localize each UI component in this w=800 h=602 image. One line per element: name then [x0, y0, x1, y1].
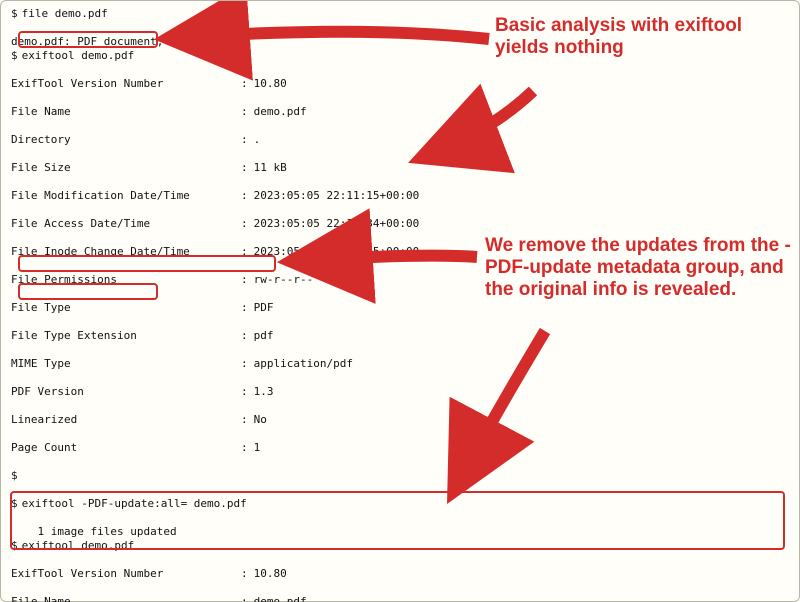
shell-prompt: $	[11, 469, 22, 483]
field-sep: :	[241, 161, 254, 175]
field-sep: :	[241, 217, 254, 231]
field-key: Linearized	[11, 413, 241, 427]
field-sep: :	[241, 329, 254, 343]
field-key: Directory	[11, 133, 241, 147]
cmd-exiftool-flush: exiftool -PDF-update:all= demo.pdf	[22, 497, 247, 511]
field-key: ExifTool Version Number	[11, 567, 241, 581]
exif-field: File Access Date/Time:2023:05:05 22:11:3…	[11, 217, 789, 231]
exif-field: PDF Version:1.3	[11, 385, 789, 399]
exif-field: MIME Type:application/pdf	[11, 357, 789, 371]
exif-field: File Size:11 kB	[11, 161, 789, 175]
field-val: 2023:05:05 22:11:15+00:00	[254, 245, 420, 259]
field-sep: :	[241, 245, 254, 259]
field-key: Page Count	[11, 441, 241, 455]
field-val: demo.pdf	[254, 595, 307, 602]
flush-output: 1 image files updated	[11, 525, 177, 538]
cmd-file: file demo.pdf	[22, 7, 108, 21]
field-val: .	[254, 133, 261, 147]
annotation-mid: We remove the updates from the -PDF-upda…	[485, 235, 799, 301]
field-val: 1.3	[254, 385, 274, 399]
field-sep: :	[241, 595, 254, 602]
field-val: 2023:05:05 22:11:15+00:00	[254, 189, 420, 203]
shell-prompt: $	[11, 49, 22, 63]
exif-field: File Name:demo.pdf	[11, 105, 789, 119]
field-sep: :	[241, 413, 254, 427]
field-key: MIME Type	[11, 357, 241, 371]
field-val: No	[254, 413, 267, 427]
annotation-top: Basic analysis with exiftool yields noth…	[495, 15, 799, 59]
field-sep: :	[241, 273, 254, 287]
field-key: File Name	[11, 595, 241, 602]
field-val: rw-r--r--	[254, 273, 314, 287]
field-sep: :	[241, 567, 254, 581]
field-sep: :	[241, 301, 254, 315]
exif-field: ExifTool Version Number:10.80	[11, 567, 789, 581]
exif-field: Page Count:1	[11, 441, 789, 455]
field-key: PDF Version	[11, 385, 241, 399]
terminal-output: $file demo.pdf demo.pdf: PDF document, v…	[11, 7, 789, 602]
field-sep: :	[241, 441, 254, 455]
exif-field: ExifTool Version Number:10.80	[11, 77, 789, 91]
field-key: File Modification Date/Time	[11, 189, 241, 203]
field-val: 2023:05:05 22:11:34+00:00	[254, 217, 420, 231]
field-key: File Inode Change Date/Time	[11, 245, 241, 259]
field-sep: :	[241, 105, 254, 119]
field-val: PDF	[254, 301, 274, 315]
field-sep: :	[241, 133, 254, 147]
exif-field: Linearized:No	[11, 413, 789, 427]
field-key: File Type	[11, 301, 241, 315]
field-key: File Name	[11, 105, 241, 119]
exif-field: File Name:demo.pdf	[11, 595, 789, 602]
shell-prompt: $	[11, 7, 22, 21]
field-key: File Permissions	[11, 273, 241, 287]
field-sep: :	[241, 77, 254, 91]
field-sep: :	[241, 357, 254, 371]
exif-field: File Type:PDF	[11, 301, 789, 315]
field-val: 10.80	[254, 77, 287, 91]
field-val: demo.pdf	[254, 105, 307, 119]
field-key: File Access Date/Time	[11, 217, 241, 231]
terminal-screenshot: $file demo.pdf demo.pdf: PDF document, v…	[0, 0, 800, 602]
field-sep: :	[241, 385, 254, 399]
field-val: 1	[254, 441, 261, 455]
field-key: File Size	[11, 161, 241, 175]
shell-prompt: $	[11, 539, 22, 553]
field-val: 11 kB	[254, 161, 287, 175]
field-key: ExifTool Version Number	[11, 77, 241, 91]
field-val: application/pdf	[254, 357, 353, 371]
exif-field: Directory:.	[11, 133, 789, 147]
field-sep: :	[241, 189, 254, 203]
field-val: 10.80	[254, 567, 287, 581]
exif-field: File Type Extension:pdf	[11, 329, 789, 343]
cmd-exiftool-1: exiftool demo.pdf	[22, 49, 135, 63]
file-output: demo.pdf: PDF document, version 1.3	[11, 35, 243, 48]
shell-prompt: $	[11, 497, 22, 511]
field-key: File Type Extension	[11, 329, 241, 343]
cmd-exiftool-2: exiftool demo.pdf	[22, 539, 135, 553]
exif-field: File Modification Date/Time:2023:05:05 2…	[11, 189, 789, 203]
field-val: pdf	[254, 329, 274, 343]
